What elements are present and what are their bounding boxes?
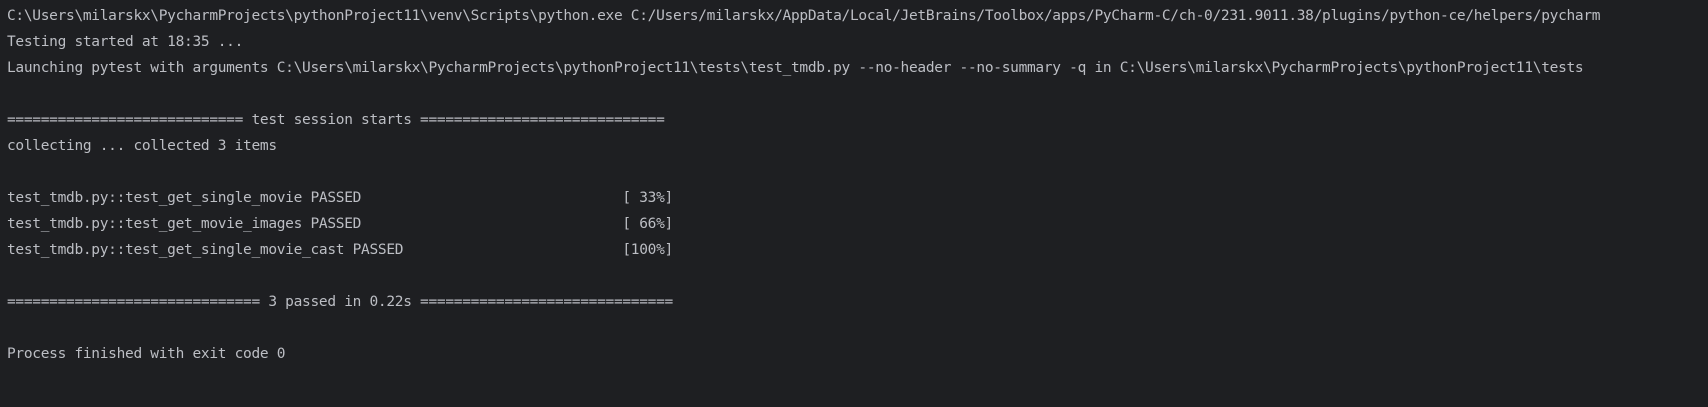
testing-started-line: Testing started at 18:35 ... (7, 34, 244, 50)
test-result-line: test_tmdb.py::test_get_single_movie_cast… (7, 242, 673, 258)
console-output[interactable]: C:\Users\milarskx\PycharmProjects\python… (7, 3, 1708, 367)
summary-banner: ============================== 3 passed … (7, 294, 673, 310)
test-result-line: test_tmdb.py::test_get_movie_images PASS… (7, 216, 673, 232)
test-result-line: test_tmdb.py::test_get_single_movie PASS… (7, 190, 673, 206)
run-console[interactable]: C:\Users\milarskx\PycharmProjects\python… (0, 0, 1708, 407)
interpreter-command-line: C:\Users\milarskx\PycharmProjects\python… (7, 8, 1601, 24)
process-finished-line: Process finished with exit code 0 (7, 346, 286, 362)
session-start-banner: ============================ test sessio… (7, 112, 665, 128)
pytest-launch-line: Launching pytest with arguments C:\Users… (7, 60, 1584, 76)
collecting-line: collecting ... collected 3 items (7, 138, 277, 154)
